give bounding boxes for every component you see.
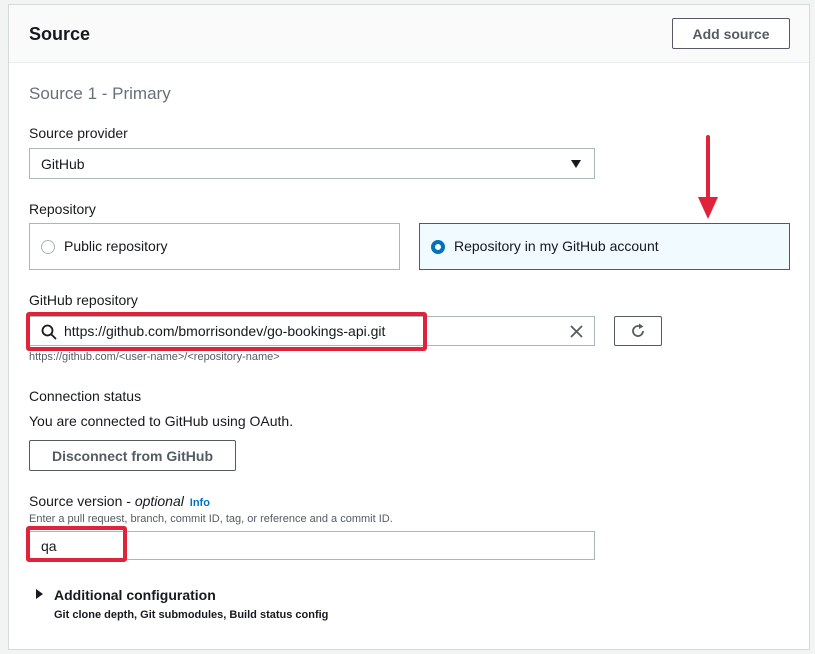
caret-down-icon bbox=[571, 160, 581, 168]
panel-title: Source bbox=[29, 24, 91, 44]
connection-status-text: You are connected to GitHub using OAuth. bbox=[29, 413, 294, 429]
info-link[interactable]: Info bbox=[190, 497, 210, 509]
annotation-highlight-repo bbox=[26, 312, 427, 351]
repo-option-label: Repository in my GitHub account bbox=[454, 238, 659, 254]
additional-config-desc: Git clone depth, Git submodules, Build s… bbox=[54, 609, 329, 621]
source-provider-label: Source provider bbox=[29, 125, 128, 141]
source-version-hint: Enter a pull request, branch, commit ID,… bbox=[29, 513, 393, 525]
repository-label: Repository bbox=[29, 201, 96, 217]
radio-button-icon[interactable] bbox=[41, 240, 55, 254]
add-source-button[interactable]: Add source bbox=[672, 18, 790, 49]
additional-config-label[interactable]: Additional configuration bbox=[54, 587, 216, 603]
panel-header: Source Add source bbox=[9, 5, 809, 63]
connection-status-label: Connection status bbox=[29, 388, 142, 404]
source-provider-select[interactable]: GitHub bbox=[29, 148, 595, 179]
source-provider-value: GitHub bbox=[41, 156, 85, 172]
source-version-label-row: Source version - optional Info bbox=[29, 493, 210, 509]
source-heading: Source 1 - Primary bbox=[29, 84, 171, 103]
disconnect-github-button[interactable]: Disconnect from GitHub bbox=[29, 440, 236, 471]
github-repository-label: GitHub repository bbox=[29, 292, 138, 308]
radio-button-selected-icon[interactable] bbox=[431, 240, 445, 254]
refresh-button[interactable] bbox=[614, 316, 662, 346]
caret-right-icon bbox=[36, 589, 43, 599]
repo-option-my-account[interactable]: Repository in my GitHub account bbox=[419, 223, 790, 270]
refresh-icon bbox=[632, 323, 644, 337]
source-panel: Source Add source Source 1 - Primary Sou… bbox=[8, 4, 810, 650]
annotation-arrow-icon bbox=[698, 135, 718, 219]
clear-icon[interactable] bbox=[570, 325, 583, 338]
optional-tag: optional bbox=[134, 493, 184, 509]
additional-config-toggle[interactable] bbox=[36, 589, 43, 599]
repo-option-label: Public repository bbox=[64, 238, 168, 254]
github-repository-hint: https://github.com/<user-name>/<reposito… bbox=[29, 351, 280, 363]
annotation-highlight-version bbox=[26, 526, 127, 562]
source-version-label: Source version - bbox=[29, 493, 135, 509]
repo-option-public[interactable]: Public repository bbox=[29, 223, 400, 270]
